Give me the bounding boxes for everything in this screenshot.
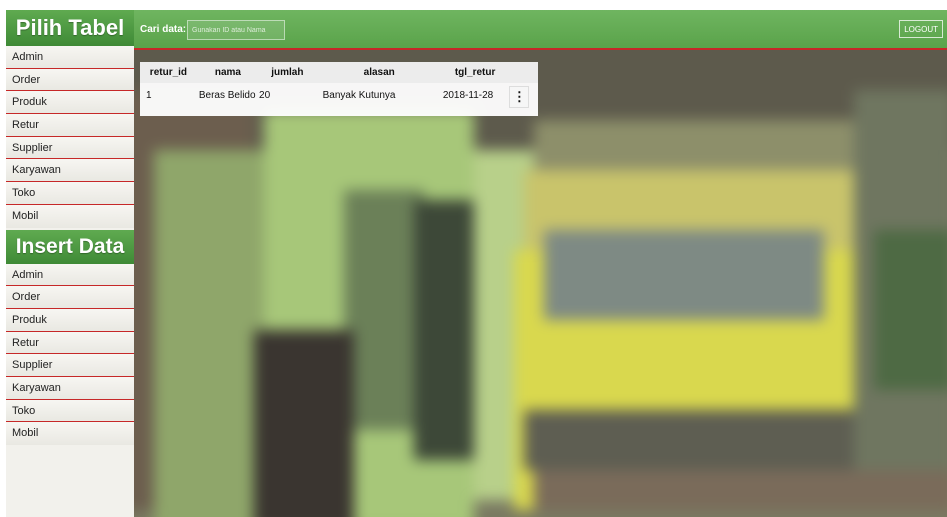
cell-alasan: Banyak Kutunya [322,90,396,101]
cell-nama: Beras Belido [198,90,256,101]
insert-item-order[interactable]: Order [6,286,134,309]
insert-item-toko[interactable]: Toko [6,399,134,423]
insert-item-produk[interactable]: Produk [6,308,134,332]
cell-actions: ⋮ [508,83,538,111]
insert-item-karyawan[interactable]: Karyawan [6,376,134,400]
search-label: Cari data: [140,24,187,35]
pilih-item-admin[interactable]: Admin [6,46,134,69]
background-photo [134,50,947,517]
logout-button[interactable]: LOGOUT [899,20,943,38]
pilih-item-order[interactable]: Order [6,68,134,92]
column-header-jumlah[interactable]: jumlah [258,62,317,83]
insert-data-menu: Admin Order Produk Retur Supplier Karyaw… [6,263,134,445]
search-input[interactable] [187,20,285,40]
insert-item-retur[interactable]: Retur [6,331,134,355]
cell-retur-id: 1 [146,90,152,101]
pilih-item-retur[interactable]: Retur [6,114,134,137]
sidebar: Pilih Tabel Admin Order Produk Retur Sup… [6,10,134,517]
pilih-item-karyawan[interactable]: Karyawan [6,159,134,183]
retur-table: retur_id nama jumlah alasan tgl_retur 1 … [140,62,538,116]
insert-data-title: Insert Data [6,229,134,264]
column-header-actions [508,62,538,83]
pilih-item-toko[interactable]: Toko [6,182,134,205]
pilih-tabel-title: Pilih Tabel [6,10,134,46]
cell-tgl-retur: 2018-11-28 [442,90,494,101]
table-row[interactable]: 1 Beras Belido 20 Banyak Kutunya 2018-11… [140,83,538,111]
pilih-tabel-menu: Admin Order Produk Retur Supplier Karyaw… [6,46,134,228]
cell-jumlah: 20 [259,90,271,101]
insert-item-mobil[interactable]: Mobil [6,422,134,445]
column-header-tgl-retur[interactable]: tgl_retur [441,62,509,83]
column-header-nama[interactable]: nama [197,62,259,83]
column-header-retur-id[interactable]: retur_id [140,62,198,83]
pilih-item-supplier[interactable]: Supplier [6,136,134,160]
insert-item-admin[interactable]: Admin [6,263,134,287]
table-header-row: retur_id nama jumlah alasan tgl_retur [140,62,538,83]
top-bar: Cari data: LOGOUT [134,10,947,50]
pilih-item-mobil[interactable]: Mobil [6,204,134,228]
pilih-item-produk[interactable]: Produk [6,91,134,115]
kebab-menu-icon[interactable]: ⋮ [509,86,530,108]
column-header-alasan[interactable]: alasan [316,62,442,83]
insert-item-supplier[interactable]: Supplier [6,354,134,377]
